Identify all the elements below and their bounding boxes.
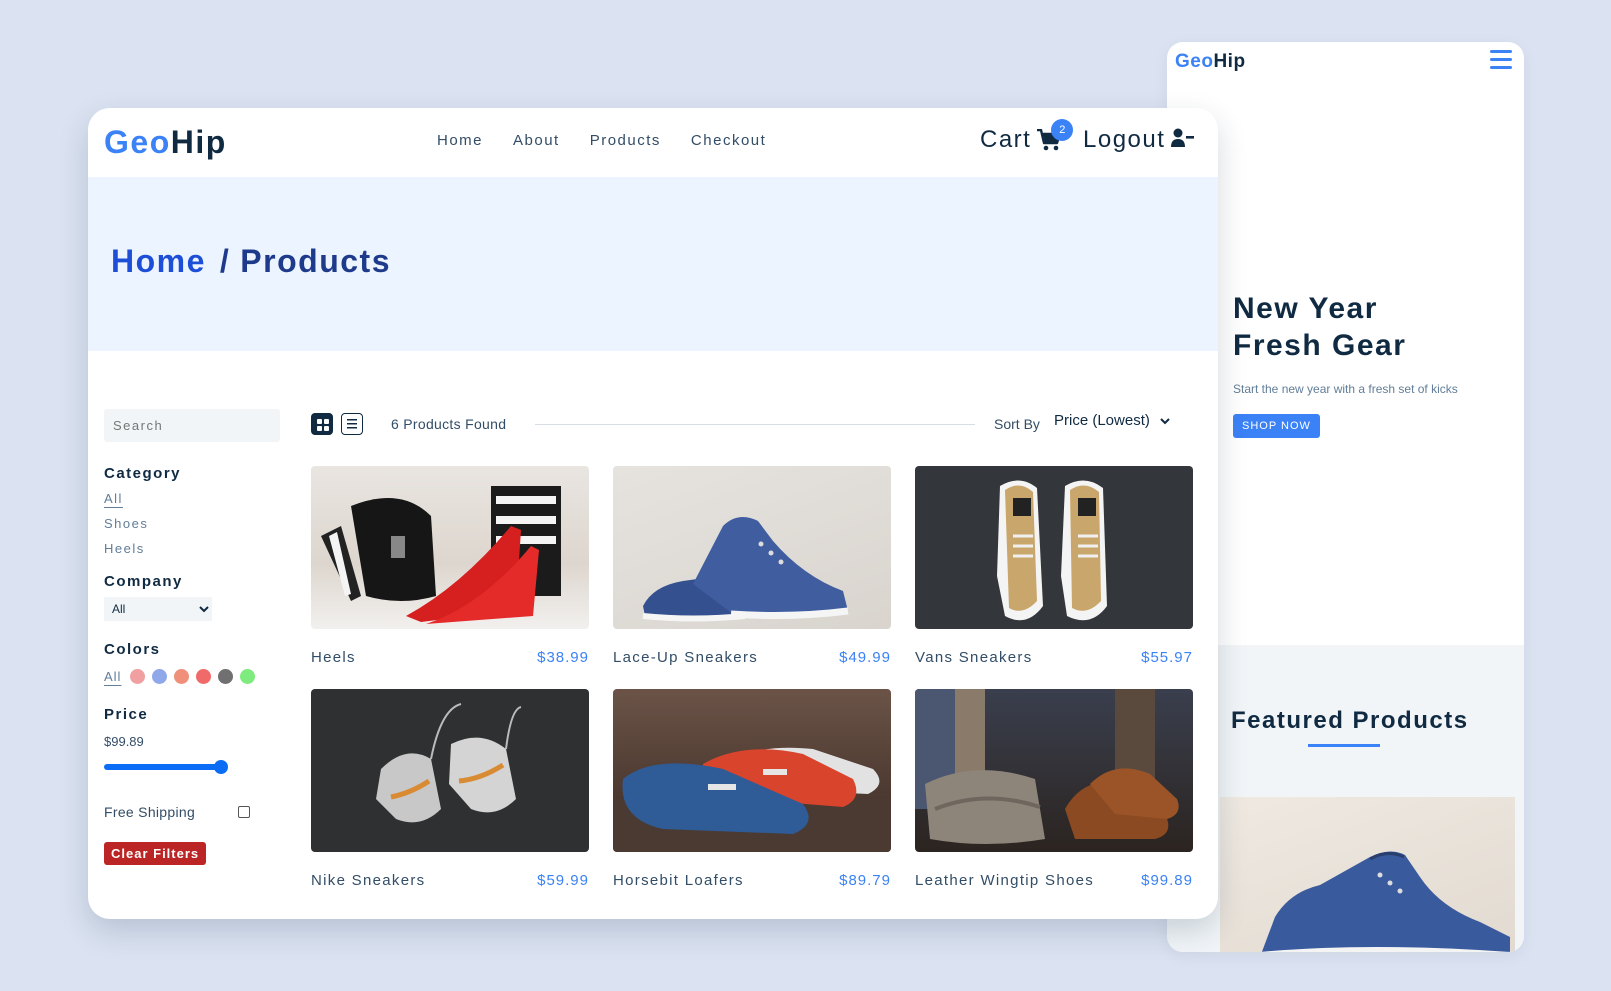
color-swatch[interactable]	[196, 669, 212, 684]
desktop-window: GeoHip Home About Products Checkout Cart…	[88, 108, 1218, 919]
price-slider[interactable]	[104, 760, 228, 774]
nav-link-about[interactable]: About	[513, 132, 560, 149]
color-swatch[interactable]	[130, 669, 146, 684]
product-price: $59.99	[537, 872, 589, 889]
company-select[interactable]: All	[104, 597, 212, 621]
featured-products-title: Featured Products	[1231, 707, 1469, 734]
color-all[interactable]: All	[104, 669, 121, 684]
hamburger-menu-icon[interactable]	[1490, 50, 1512, 70]
cart-label: Cart	[980, 126, 1032, 153]
product-image-nike-sneakers[interactable]	[311, 689, 589, 852]
logout-label: Logout	[1083, 126, 1166, 153]
category-all[interactable]: All	[104, 486, 284, 511]
products-toolbar: 6 Products Found Sort By Price (Lowest)	[311, 412, 1193, 438]
mobile-navbar: GeoHip	[1167, 42, 1524, 82]
mobile-preview: GeoHip New Year Fresh Gear Start the new…	[1167, 42, 1524, 952]
mobile-hero-subtitle: Start the new year with a fresh set of k…	[1233, 382, 1458, 396]
clear-filters-button[interactable]: Clear Filters	[104, 842, 207, 865]
product-image-leather-wingtip-shoes[interactable]	[915, 689, 1193, 852]
breadcrumb-separator: /	[219, 243, 231, 279]
search-input[interactable]	[104, 409, 280, 442]
category-list: All Shoes Heels	[104, 486, 284, 561]
product-image-heels[interactable]	[311, 466, 589, 629]
sort-select[interactable]: Price (Lowest)	[1054, 412, 1170, 429]
nav-links: Home About Products Checkout	[437, 132, 766, 149]
nav-link-home[interactable]: Home	[437, 132, 483, 149]
product-card[interactable]: Nike Sneakers $59.99	[311, 689, 589, 889]
logout-button[interactable]: Logout	[1083, 126, 1195, 154]
product-card[interactable]: Horsebit Loafers $89.79	[613, 689, 891, 889]
cart-count-badge: 2	[1051, 119, 1074, 141]
mobile-hero-line2: Fresh Gear	[1233, 329, 1407, 362]
product-name: Lace-Up Sneakers	[613, 649, 759, 666]
mobile-logo-geo: Geo	[1175, 51, 1214, 72]
toolbar-divider	[535, 424, 975, 425]
color-swatch[interactable]	[218, 669, 234, 684]
color-swatch[interactable]	[174, 669, 190, 684]
products-found-count: 6 Products Found	[391, 416, 507, 432]
logo[interactable]: GeoHip	[104, 124, 227, 161]
category-shoes[interactable]: Shoes	[104, 511, 284, 536]
nav-link-products[interactable]: Products	[590, 132, 661, 149]
product-name: Nike Sneakers	[311, 872, 426, 889]
free-shipping-label: Free Shipping	[104, 804, 196, 820]
product-card[interactable]: Lace-Up Sneakers $49.99	[613, 466, 891, 666]
colors-title: Colors	[104, 641, 161, 658]
grid-view-icon[interactable]	[311, 413, 333, 435]
mobile-featured-section: Featured Products	[1167, 645, 1524, 952]
mobile-logo[interactable]: GeoHip	[1175, 51, 1246, 73]
product-price: $99.89	[1141, 872, 1193, 889]
free-shipping-row: Free Shipping	[104, 804, 250, 820]
mobile-hero-line1: New Year	[1233, 292, 1378, 325]
featured-product-image[interactable]	[1220, 797, 1515, 952]
logo-hip: Hip	[170, 124, 227, 160]
featured-title-underline	[1308, 744, 1380, 747]
navbar: GeoHip Home About Products Checkout Cart…	[88, 108, 1218, 177]
nav-link-checkout[interactable]: Checkout	[691, 132, 766, 149]
product-image-vans-sneakers[interactable]	[915, 466, 1193, 629]
breadcrumb: Home / Products	[111, 243, 391, 280]
mobile-hero-title: New Year Fresh Gear	[1233, 290, 1513, 364]
product-name: Horsebit Loafers	[613, 872, 744, 889]
breadcrumb-current: Products	[240, 243, 391, 279]
list-view-icon[interactable]	[341, 413, 363, 435]
color-swatch[interactable]	[240, 669, 256, 684]
page-hero: Home / Products	[88, 177, 1218, 351]
breadcrumb-home-link[interactable]: Home	[111, 243, 206, 279]
color-swatches: All	[104, 669, 284, 684]
logo-geo: Geo	[104, 124, 171, 160]
filters-sidebar: Category All Shoes Heels Company All Col…	[104, 409, 284, 865]
product-price: $55.97	[1141, 649, 1193, 666]
shop-now-button[interactable]: SHOP NOW	[1233, 414, 1320, 438]
product-image-horsebit-loafers[interactable]	[613, 689, 891, 852]
product-card[interactable]: Vans Sneakers $55.97	[915, 466, 1193, 666]
color-swatch[interactable]	[152, 669, 168, 684]
price-slider-thumb[interactable]	[214, 760, 228, 774]
product-name: Heels	[311, 649, 356, 666]
mobile-hero: New Year Fresh Gear Start the new year w…	[1233, 290, 1513, 438]
product-card[interactable]: Heels $38.99	[311, 466, 589, 666]
cart-button[interactable]: Cart 2	[980, 119, 1074, 154]
product-image-lace-up-sneakers[interactable]	[613, 466, 891, 629]
sort-value: Price (Lowest)	[1054, 412, 1150, 429]
product-card[interactable]: Leather Wingtip Shoes $99.89	[915, 689, 1193, 889]
mobile-logo-hip: Hip	[1213, 51, 1246, 72]
chevron-down-icon	[1160, 412, 1170, 429]
product-price: $89.79	[839, 872, 891, 889]
price-value: $99.89	[104, 734, 144, 749]
product-price: $38.99	[537, 649, 589, 666]
price-title: Price	[104, 706, 149, 723]
user-minus-icon	[1171, 128, 1195, 153]
product-price: $49.99	[839, 649, 891, 666]
product-name: Vans Sneakers	[915, 649, 1033, 666]
product-name: Leather Wingtip Shoes	[915, 872, 1095, 889]
free-shipping-checkbox[interactable]	[238, 806, 250, 818]
category-heels[interactable]: Heels	[104, 536, 284, 561]
category-title: Category	[104, 465, 182, 482]
cart-icon: 2	[1037, 119, 1074, 151]
company-title: Company	[104, 573, 183, 590]
sort-label: Sort By	[994, 416, 1040, 432]
